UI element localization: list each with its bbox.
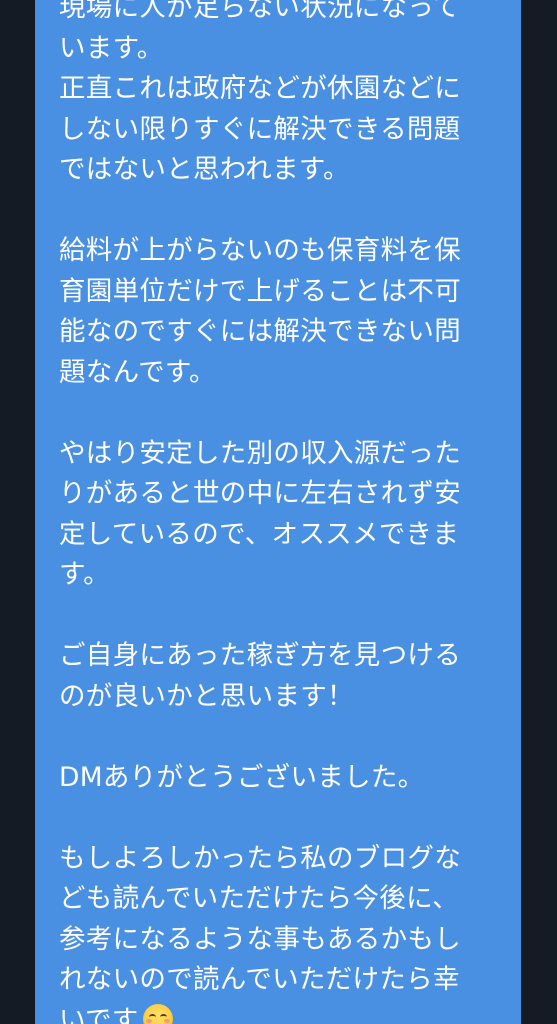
message-line: 現場に人が足らない状況になって bbox=[59, 0, 460, 23]
message-bubble: 現場に人が足らない状況になって います。 正直これは政府などが休園などに しない… bbox=[35, 0, 521, 1024]
message-line: りがあると世の中に左右されず安 bbox=[59, 478, 461, 509]
message-line: 参考になるような事もあるかもし bbox=[59, 923, 461, 955]
message-line: ではないと思われます。 bbox=[59, 154, 350, 185]
message-text: 現場に人が足らない状況になって います。 正直これは政府などが休園などに しない… bbox=[59, 0, 499, 1024]
chat-screen: 現場に人が足らない状況になって います。 正直これは政府などが休園などに しない… bbox=[0, 0, 557, 1024]
message-line: 正直これは政府などが休園などに bbox=[59, 73, 461, 104]
message-line: DMありがとうございました。 bbox=[59, 761, 425, 793]
message-line: ども読んでいただけたら今後に、 bbox=[59, 883, 459, 914]
message-line: 育園単位だけで上げることは不可 bbox=[59, 275, 461, 307]
message-line: 給料が上がらないのも保育料を保 bbox=[59, 235, 461, 266]
message-line: 能なのですぐには解決できない問 bbox=[59, 316, 461, 347]
message-line: ご自身にあった稼ぎ方を見つける bbox=[59, 640, 461, 671]
message-line-last-text: いです bbox=[59, 1004, 139, 1024]
message-line: もしよろしかったら私のブログな bbox=[59, 842, 461, 874]
message-line: のが良いかと思います！ bbox=[59, 680, 354, 712]
message-line: 題なんです。 bbox=[59, 356, 216, 388]
message-line: やはり安定した別の収入源だった bbox=[59, 437, 461, 469]
message-line: しない限りすぐに解決できる問題 bbox=[59, 113, 461, 145]
message-line: 定しているので、オススメできま bbox=[59, 518, 460, 550]
smiling-face-icon bbox=[142, 1003, 173, 1024]
message-line: います。 bbox=[59, 32, 164, 64]
message-line-last: いです bbox=[59, 1001, 499, 1024]
message-line: れないので読んでいただけたら幸 bbox=[59, 964, 460, 995]
message-line: す。 bbox=[59, 559, 110, 590]
